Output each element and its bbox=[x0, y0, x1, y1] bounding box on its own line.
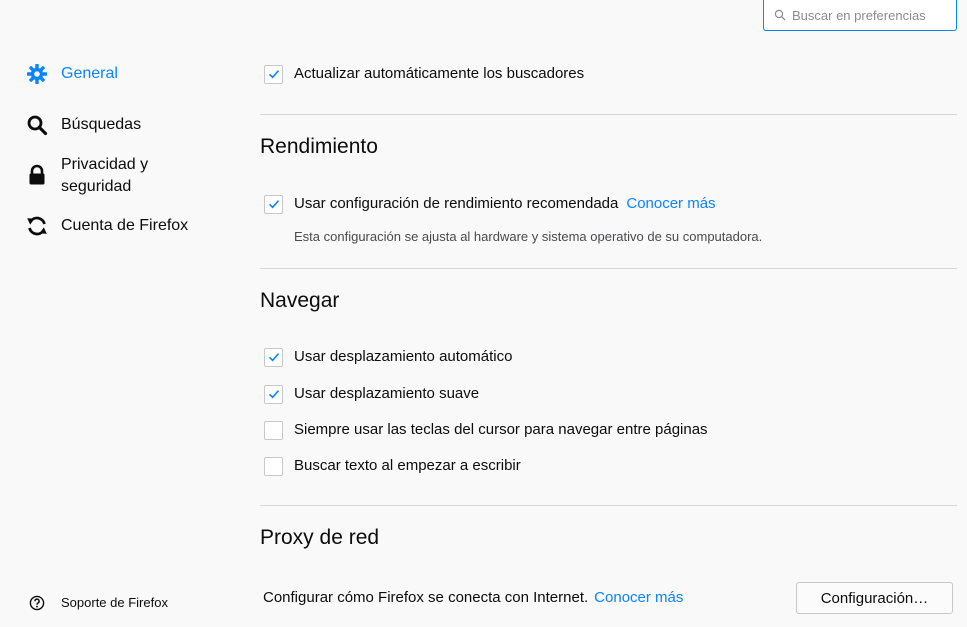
section-divider bbox=[260, 268, 957, 269]
support-label: Soporte de Firefox bbox=[61, 595, 168, 610]
autoscroll-label: Usar desplazamiento automático bbox=[294, 348, 513, 365]
checkmark-icon bbox=[268, 390, 279, 399]
caret-browsing-option: Siempre usar las teclas del cursor para … bbox=[264, 420, 708, 440]
search-icon bbox=[26, 114, 48, 136]
browsing-heading: Navegar bbox=[260, 289, 340, 312]
caret-browsing-label: Siempre usar las teclas del cursor para … bbox=[294, 421, 708, 438]
update-engines-label: Actualizar automáticamente los buscadore… bbox=[294, 65, 585, 82]
proxy-description-text: Configurar cómo Firefox se conecta con I… bbox=[263, 589, 589, 606]
smooth-scroll-checkbox[interactable] bbox=[264, 384, 283, 404]
sidebar-item-label: Privacidad y seguridad bbox=[61, 156, 149, 195]
sidebar-item-general[interactable]: General bbox=[26, 63, 191, 85]
section-divider bbox=[260, 114, 957, 115]
find-as-you-type-checkbox[interactable] bbox=[264, 456, 283, 476]
gear-icon bbox=[26, 63, 48, 85]
proxy-learn-more-link[interactable]: Conocer más bbox=[594, 588, 683, 608]
performance-heading: Rendimiento bbox=[260, 135, 378, 158]
sidebar-item-firefox-account[interactable]: Cuenta de Firefox bbox=[26, 215, 191, 237]
update-engines-checkbox[interactable] bbox=[264, 64, 283, 84]
recommended-performance-option: Usar configuración de rendimiento recome… bbox=[264, 194, 716, 214]
find-as-you-type-option: Buscar texto al empezar a escribir bbox=[264, 456, 521, 476]
sidebar-item-label: General bbox=[61, 65, 118, 82]
proxy-settings-button[interactable]: Configuración… bbox=[796, 582, 953, 614]
proxy-description: Configurar cómo Firefox se conecta con I… bbox=[263, 588, 683, 608]
smooth-scroll-label: Usar desplazamiento suave bbox=[294, 385, 480, 402]
autoscroll-option: Usar desplazamiento automático bbox=[264, 347, 512, 367]
help-icon bbox=[29, 595, 45, 611]
sidebar-item-label: Búsquedas bbox=[61, 116, 142, 133]
sidebar-item-label: Cuenta de Firefox bbox=[61, 217, 189, 234]
smooth-scroll-option: Usar desplazamiento suave bbox=[264, 384, 479, 404]
recommended-performance-checkbox[interactable] bbox=[264, 194, 283, 214]
proxy-heading: Proxy de red bbox=[260, 526, 380, 549]
lock-icon bbox=[26, 164, 48, 186]
checkmark-icon bbox=[268, 353, 279, 362]
main-content: Actualizar automáticamente los buscadore… bbox=[260, 0, 957, 627]
support-link[interactable]: Soporte de Firefox bbox=[29, 594, 168, 612]
section-divider bbox=[260, 505, 957, 506]
checkmark-icon bbox=[268, 70, 279, 79]
recommended-performance-label: Usar configuración de rendimiento recome… bbox=[294, 195, 619, 212]
performance-description: Esta configuración se ajusta al hardware… bbox=[294, 229, 763, 244]
performance-learn-more-link[interactable]: Conocer más bbox=[626, 194, 715, 214]
caret-browsing-checkbox[interactable] bbox=[264, 420, 283, 440]
autoscroll-checkbox[interactable] bbox=[264, 347, 283, 367]
sidebar-item-privacy[interactable]: Privacidad y seguridad bbox=[26, 154, 191, 198]
find-as-you-type-label: Buscar texto al empezar a escribir bbox=[294, 457, 521, 474]
sidebar: General Búsquedas Privacidad y seguridad… bbox=[0, 0, 240, 627]
checkmark-icon bbox=[268, 200, 279, 209]
sync-icon bbox=[26, 215, 48, 237]
update-engines-option: Actualizar automáticamente los buscadore… bbox=[264, 64, 584, 84]
sidebar-item-searches[interactable]: Búsquedas bbox=[26, 114, 191, 136]
